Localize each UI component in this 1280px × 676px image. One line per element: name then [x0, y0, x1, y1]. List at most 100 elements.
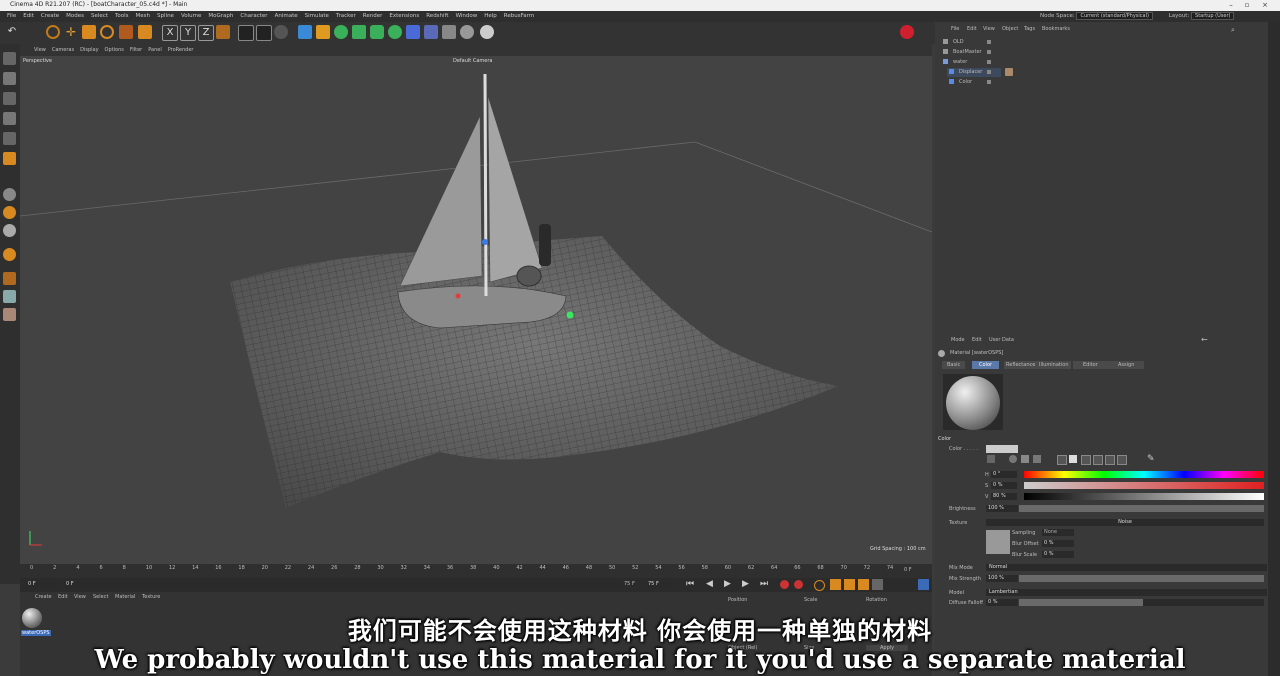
step-forward-icon[interactable]: ▶ — [742, 579, 749, 589]
menu-modes[interactable]: Modes — [66, 11, 84, 22]
y-axis-icon[interactable]: Y — [180, 25, 196, 41]
brush-icon[interactable] — [3, 272, 16, 285]
keyframe-selection-icon[interactable] — [814, 580, 825, 591]
blur-scale-field[interactable]: 0 % — [1042, 551, 1074, 558]
brightness-slider[interactable] — [1019, 505, 1264, 512]
play-icon[interactable]: ▶ — [724, 579, 731, 589]
blur-offset-field[interactable]: 0 % — [1042, 540, 1074, 547]
goto-end-icon[interactable]: ⏭ — [760, 579, 768, 589]
texture-mode-icon[interactable] — [3, 152, 16, 165]
obj-menu-edit[interactable]: Edit — [967, 26, 977, 32]
tab-reflectance[interactable]: Reflectance — [1004, 361, 1038, 369]
viewport-menu-view[interactable]: View — [34, 44, 46, 56]
menu-tools[interactable]: Tools — [115, 11, 129, 22]
layer-icon[interactable] — [3, 308, 16, 321]
lock-icon[interactable] — [3, 248, 16, 261]
menu-mograph[interactable]: MoGraph — [208, 11, 233, 22]
snap-icon[interactable] — [3, 188, 16, 201]
minimize-icon[interactable]: – — [1223, 1, 1239, 9]
cube-icon[interactable] — [298, 25, 312, 39]
viewport-menu-cameras[interactable]: Cameras — [52, 44, 74, 56]
viewport-menu-options[interactable]: Options — [105, 44, 124, 56]
perspective-viewport[interactable]: Perspective Default Camera Grid Spacing … — [20, 56, 932, 564]
menu-redshift[interactable]: Redshift — [426, 11, 448, 22]
preview-range-slider[interactable]: 0 F — [64, 581, 622, 588]
menu-create[interactable]: Create — [41, 11, 59, 22]
hue-field[interactable]: 0 ° — [991, 471, 1017, 478]
palette-icon[interactable] — [1033, 455, 1041, 463]
attr-menu-userdata[interactable]: User Data — [989, 337, 1014, 343]
model-dropdown[interactable]: Lambertian — [986, 589, 1267, 596]
hue-slider[interactable] — [1024, 471, 1264, 478]
tab-assign[interactable]: Assign — [1108, 361, 1145, 369]
autokey-icon[interactable] — [794, 580, 803, 589]
key-parameter-icon[interactable] — [872, 579, 883, 590]
camera-icon[interactable] — [460, 25, 474, 39]
menu-select[interactable]: Select — [91, 11, 108, 22]
subdivision-icon[interactable] — [334, 25, 348, 39]
eyedropper-icon[interactable]: ✎ — [1147, 454, 1155, 464]
scale-icon[interactable] — [82, 25, 96, 39]
edges-mode-icon[interactable] — [3, 92, 16, 105]
mograph-cloner-icon[interactable] — [370, 25, 384, 39]
make-editable-icon[interactable] — [3, 52, 16, 65]
points-mode-icon[interactable] — [3, 72, 16, 85]
obj-menu-view[interactable]: View — [983, 26, 995, 32]
mix-strength-slider[interactable] — [1019, 575, 1264, 582]
pen-icon[interactable] — [316, 25, 330, 39]
diffuse-falloff-slider[interactable] — [1019, 599, 1264, 606]
mat-menu-edit[interactable]: Edit — [58, 594, 68, 600]
coordinate-system-icon[interactable] — [216, 25, 230, 39]
start-frame-field[interactable]: 0 F — [26, 581, 56, 588]
mat-menu-create[interactable]: Create — [35, 594, 52, 600]
menu-rebusfarm[interactable]: RebusFarm — [504, 11, 534, 22]
color-wheel-icon[interactable] — [987, 455, 995, 463]
mixer-mode-icon[interactable] — [1093, 455, 1103, 465]
noise-texture-preview[interactable] — [986, 530, 1010, 554]
node-space-dropdown[interactable]: Current (standard/Physical) — [1076, 12, 1153, 20]
visibility-dot[interactable] — [987, 60, 991, 64]
value-field[interactable]: 80 % — [991, 493, 1017, 500]
value-slider[interactable] — [1024, 493, 1264, 500]
timeline-window-icon[interactable] — [918, 579, 929, 590]
back-arrow-icon[interactable]: ← — [1201, 335, 1208, 344]
close-icon[interactable]: × — [1257, 1, 1273, 9]
model-mode-icon[interactable] — [138, 25, 152, 39]
color-swatch[interactable] — [986, 445, 1018, 453]
menu-animate[interactable]: Animate — [275, 11, 298, 22]
mat-menu-select[interactable]: Select — [93, 594, 108, 600]
timeline-ruler[interactable]: 0 2 4 6 8 10 12 14 16 18 20 22 24 26 28 30 32 34 36 38 40 42 4… — [20, 564, 932, 578]
hsv-mode-icon[interactable] — [1069, 455, 1077, 463]
attr-menu-edit[interactable]: Edit — [972, 337, 982, 343]
field-icon[interactable] — [406, 25, 420, 39]
x-axis-icon[interactable]: X — [162, 25, 178, 41]
tab-color[interactable]: Color — [972, 361, 1000, 369]
mat-menu-material[interactable]: Material — [115, 594, 135, 600]
menu-simulate[interactable]: Simulate — [305, 11, 329, 22]
rgb-mode-icon[interactable] — [1057, 455, 1067, 465]
material-tag-icon[interactable] — [1005, 68, 1013, 76]
saturation-slider[interactable] — [1024, 482, 1264, 489]
mix-mode-dropdown[interactable]: Normal — [986, 564, 1267, 571]
saturation-field[interactable]: 0 % — [991, 482, 1017, 489]
right-side-tabs[interactable] — [1268, 22, 1280, 676]
mix-strength-field[interactable]: 100 % — [986, 575, 1018, 582]
texture-shader-field[interactable]: Noise — [986, 519, 1264, 526]
menu-character[interactable]: Character — [240, 11, 267, 22]
rotate-icon[interactable] — [100, 25, 114, 39]
recent-tools-icon[interactable] — [119, 25, 133, 39]
kelvin-mode-icon[interactable] — [1081, 455, 1091, 465]
move-icon[interactable]: ✛ — [64, 25, 78, 39]
key-scale-icon[interactable] — [844, 579, 855, 590]
tab-illumination[interactable]: Illumination — [1037, 361, 1071, 369]
key-rotation-icon[interactable] — [858, 579, 869, 590]
menu-tracker[interactable]: Tracker — [336, 11, 356, 22]
sampling-dropdown[interactable]: None — [1042, 529, 1074, 536]
light-icon[interactable] — [480, 25, 494, 39]
floor-icon[interactable] — [424, 25, 438, 39]
obj-menu-bookmarks[interactable]: Bookmarks — [1042, 26, 1070, 32]
z-axis-icon[interactable]: Z — [198, 25, 214, 41]
mat-menu-view[interactable]: View — [74, 594, 86, 600]
menu-help[interactable]: Help — [484, 11, 497, 22]
obj-menu-file[interactable]: File — [951, 26, 959, 32]
